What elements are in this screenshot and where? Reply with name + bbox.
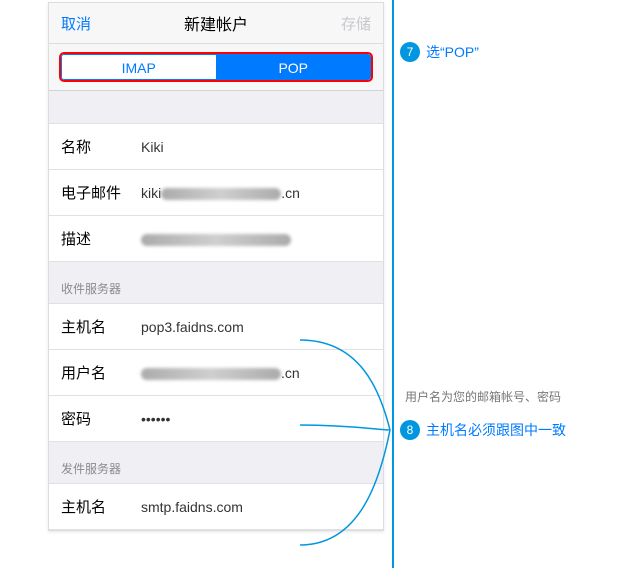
phone-screen: 取消 新建帐户 存储 IMAP POP 名称 Kiki 电子邮件 kiki .cn…	[48, 2, 384, 531]
callout-text-8: 主机名必须跟图中一致	[426, 420, 566, 440]
tab-imap[interactable]: IMAP	[61, 54, 216, 80]
callout-bubble-7: 7	[400, 42, 420, 62]
callout-7: 7 选“POP”	[400, 42, 479, 62]
out-host-value: smtp.faidns.com	[141, 499, 371, 515]
username-value: .cn	[141, 365, 371, 381]
incoming-header: 收件服务器	[49, 262, 383, 303]
callout-8: 8 主机名必须跟图中一致	[400, 420, 566, 440]
page-title: 新建帐户	[184, 11, 248, 35]
account-info-group: 名称 Kiki 电子邮件 kiki .cn 描述	[49, 123, 383, 262]
email-label: 电子邮件	[61, 182, 141, 203]
host-label: 主机名	[61, 316, 141, 337]
callout-text-7: 选“POP”	[426, 42, 479, 62]
host-value: pop3.faidns.com	[141, 319, 371, 335]
description-value	[141, 231, 371, 247]
row-password[interactable]: 密码 ••••••	[49, 395, 383, 442]
tab-pop[interactable]: POP	[216, 54, 372, 80]
username-label: 用户名	[61, 362, 141, 383]
row-username[interactable]: 用户名 .cn	[49, 349, 383, 395]
callout-bubble-8: 8	[400, 420, 420, 440]
username-suffix: .cn	[281, 365, 300, 381]
incoming-group: 主机名 pop3.faidns.com 用户名 .cn 密码 ••••••	[49, 303, 383, 442]
name-label: 名称	[61, 136, 141, 157]
username-hint: 用户名为您的邮箱帐号、密码	[405, 388, 561, 405]
segmented-control: IMAP POP	[59, 52, 373, 82]
row-name[interactable]: 名称 Kiki	[49, 123, 383, 169]
name-value: Kiki	[141, 139, 371, 155]
nav-bar: 取消 新建帐户 存储	[49, 3, 383, 44]
row-description[interactable]: 描述	[49, 215, 383, 262]
spacer	[49, 91, 383, 123]
vertical-guide-line	[392, 0, 394, 568]
email-prefix: kiki	[141, 185, 161, 201]
email-suffix: .cn	[281, 185, 300, 201]
segmented-wrap: IMAP POP	[49, 44, 383, 91]
password-label: 密码	[61, 408, 141, 429]
out-host-label: 主机名	[61, 496, 141, 517]
redaction-smudge	[141, 234, 291, 246]
password-value: ••••••	[141, 411, 371, 427]
row-outgoing-host[interactable]: 主机名 smtp.faidns.com	[49, 483, 383, 530]
save-button[interactable]: 存储	[341, 13, 371, 34]
outgoing-header: 发件服务器	[49, 442, 383, 483]
redaction-smudge	[161, 188, 281, 200]
redaction-smudge	[141, 368, 281, 380]
outgoing-group: 主机名 smtp.faidns.com	[49, 483, 383, 530]
email-value: kiki .cn	[141, 185, 371, 201]
row-incoming-host[interactable]: 主机名 pop3.faidns.com	[49, 303, 383, 349]
description-label: 描述	[61, 228, 141, 249]
cancel-button[interactable]: 取消	[61, 13, 91, 34]
row-email[interactable]: 电子邮件 kiki .cn	[49, 169, 383, 215]
